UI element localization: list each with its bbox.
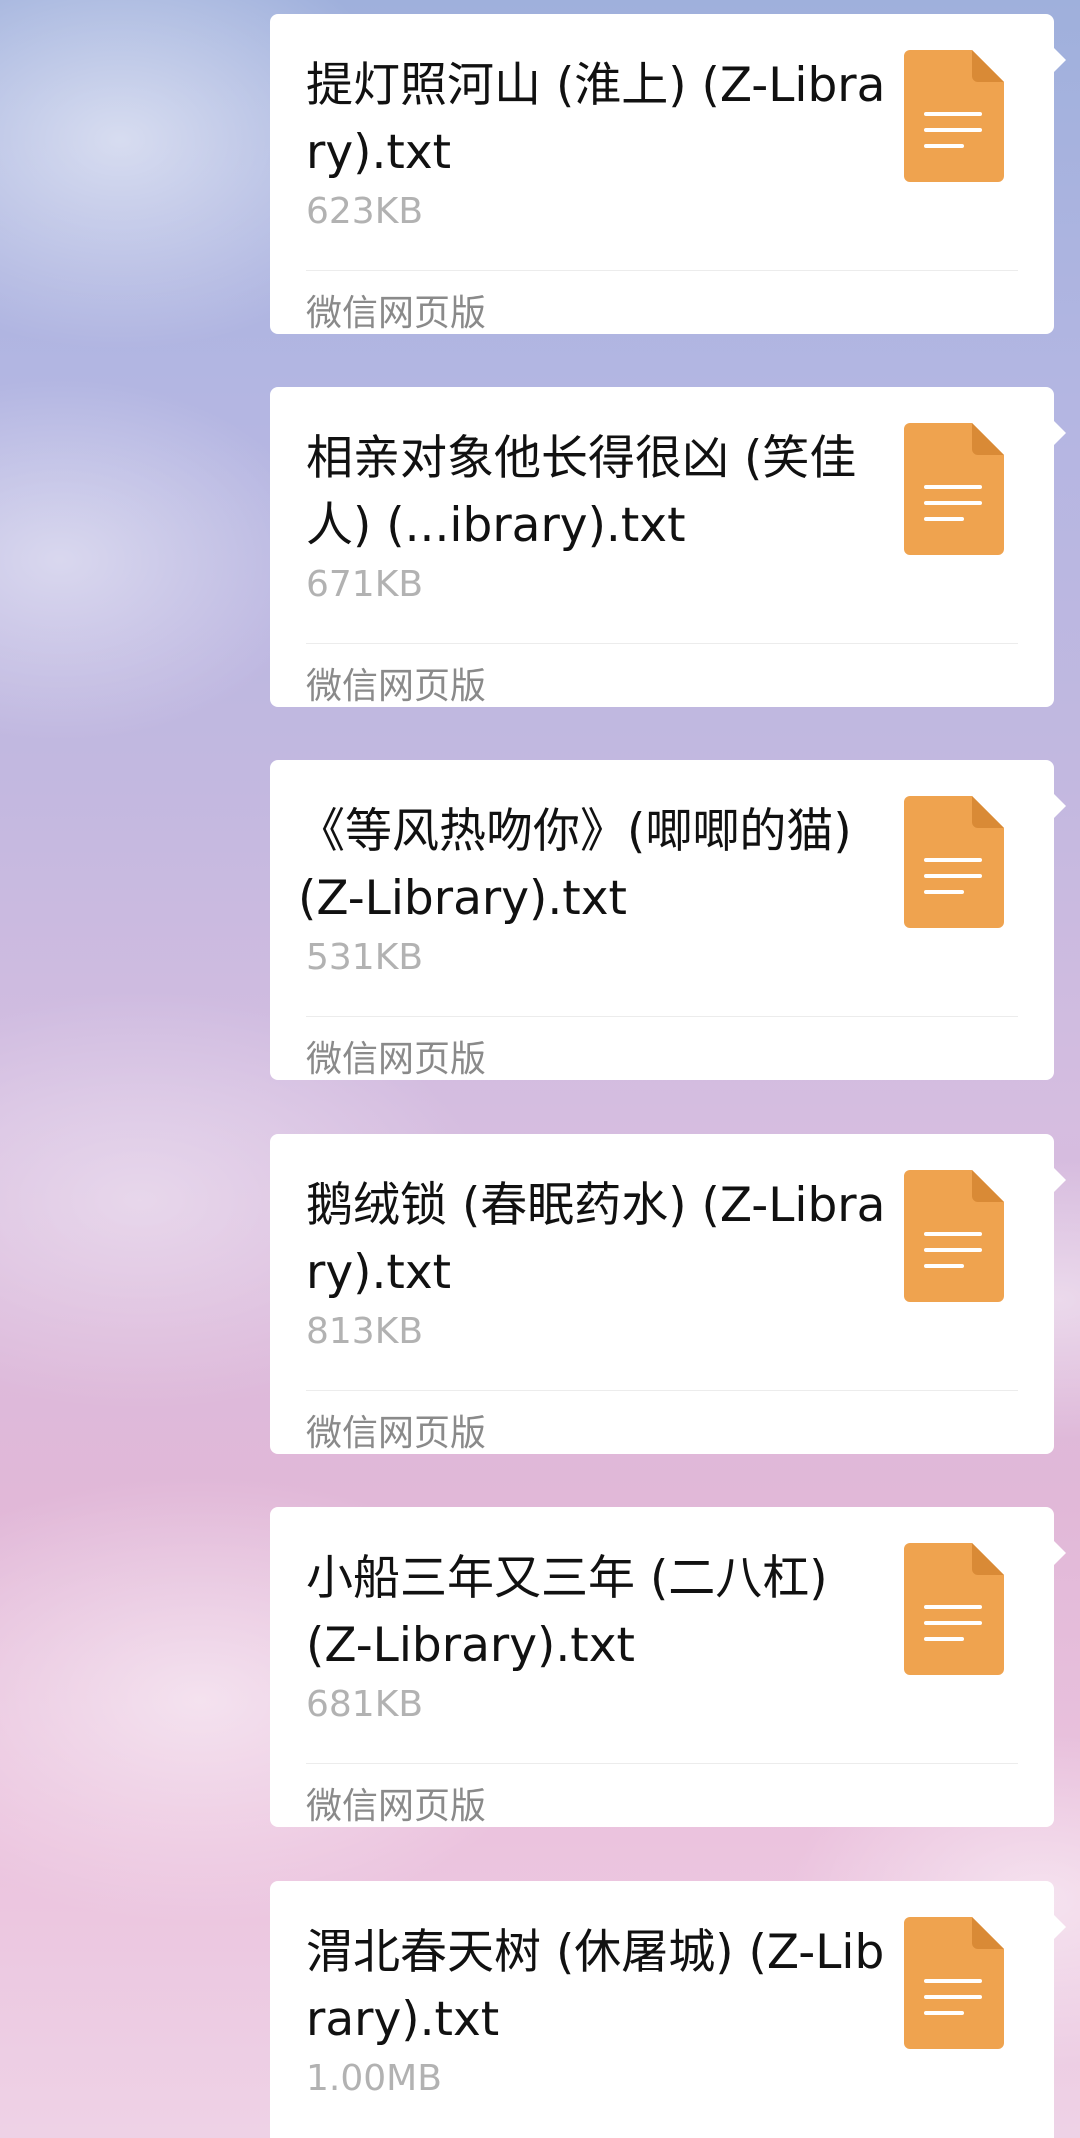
file-size: 681KB bbox=[306, 1684, 424, 1725]
txt-document-icon bbox=[904, 1917, 1004, 2049]
file-name: 相亲对象他长得很凶 (笑佳人) (...ibrary).txt bbox=[306, 431, 857, 553]
file-name: 小船三年又三年 (二八杠) (Z-Library).txt bbox=[306, 1551, 828, 1673]
file-message-card[interactable]: 相亲对象他长得很凶 (笑佳人) (...ibrary).txt 671KB 微信… bbox=[270, 387, 1066, 707]
source-label: 微信网页版 bbox=[306, 1786, 487, 1827]
source-label: 微信网页版 bbox=[306, 666, 487, 707]
txt-document-icon bbox=[904, 423, 1004, 555]
source-label: 微信网页版 bbox=[306, 1039, 487, 1080]
chat-message-list: 提灯照河山 (淮上) (Z-Library).txt 623KB 微信网页版 相… bbox=[0, 0, 1080, 2138]
file-size: 623KB bbox=[306, 191, 424, 232]
txt-document-icon bbox=[904, 1170, 1004, 1302]
file-name: 鹅绒锁 (春眠药水) (Z-Library).txt bbox=[306, 1178, 886, 1300]
file-name: 提灯照河山 (淮上) (Z-Library).txt bbox=[306, 58, 886, 180]
card-divider bbox=[306, 1763, 1018, 1764]
source-label: 微信网页版 bbox=[306, 1413, 487, 1454]
txt-document-icon bbox=[904, 796, 1004, 928]
file-size: 671KB bbox=[306, 564, 424, 605]
txt-document-icon bbox=[904, 50, 1004, 182]
file-message-card[interactable]: 渭北春天树 (休屠城) (Z-Library).txt 1.00MB bbox=[270, 1881, 1066, 2138]
file-name: 《等风热吻你》(唧唧的猫) (Z-Library).txt bbox=[298, 804, 852, 926]
file-size: 813KB bbox=[306, 1311, 424, 1352]
file-name: 渭北春天树 (休屠城) (Z-Library).txt bbox=[306, 1925, 885, 2047]
file-message-card[interactable]: 鹅绒锁 (春眠药水) (Z-Library).txt 813KB 微信网页版 bbox=[270, 1134, 1066, 1454]
card-divider bbox=[306, 1390, 1018, 1391]
file-size: 1.00MB bbox=[306, 2058, 442, 2099]
source-label: 微信网页版 bbox=[306, 293, 487, 334]
file-message-card[interactable]: 小船三年又三年 (二八杠) (Z-Library).txt 681KB 微信网页… bbox=[270, 1507, 1066, 1827]
file-message-card[interactable]: 《等风热吻你》(唧唧的猫) (Z-Library).txt 531KB 微信网页… bbox=[270, 760, 1066, 1080]
card-divider bbox=[306, 643, 1018, 644]
file-message-card[interactable]: 提灯照河山 (淮上) (Z-Library).txt 623KB 微信网页版 bbox=[270, 14, 1066, 334]
file-size: 531KB bbox=[306, 937, 424, 978]
card-divider bbox=[306, 1016, 1018, 1017]
card-divider bbox=[306, 270, 1018, 271]
txt-document-icon bbox=[904, 1543, 1004, 1675]
